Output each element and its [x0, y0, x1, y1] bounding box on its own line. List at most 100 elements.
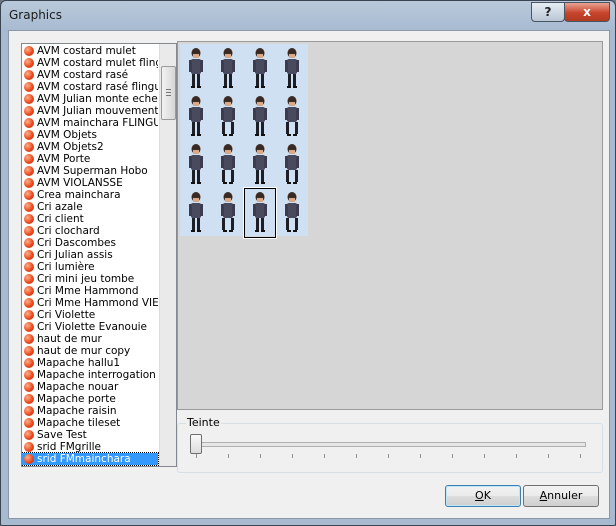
list-item[interactable]: Mapache nouar — [22, 381, 158, 393]
graphic-file-icon — [24, 394, 34, 404]
list-item[interactable]: srid FMgrille — [22, 441, 158, 453]
list-item[interactable]: Cri Mme Hammond VIEUX — [22, 297, 158, 309]
list-item-label: Crea mainchara — [37, 189, 121, 201]
window-title: Graphics — [9, 8, 62, 22]
list-item[interactable]: Cri client — [22, 213, 158, 225]
character-sprite-frame — [253, 96, 267, 136]
hue-slider-track[interactable] — [196, 442, 586, 447]
character-sprite-frame — [253, 144, 267, 184]
list-item[interactable]: AVM Objets2 — [22, 141, 158, 153]
graphic-file-icon — [24, 406, 34, 416]
list-item[interactable]: Cri Mme Hammond — [22, 285, 158, 297]
list-item[interactable]: Mapache tileset — [22, 417, 158, 429]
slider-tick — [196, 454, 197, 458]
graphic-file-icon — [24, 166, 34, 176]
slider-tick — [484, 454, 485, 458]
slider-tick — [452, 454, 453, 458]
list-item-label: Cri Violette — [37, 309, 96, 321]
list-item[interactable]: Cri Violette — [22, 309, 158, 321]
graphic-file-icon — [24, 346, 34, 356]
list-item[interactable]: Mapache porte — [22, 393, 158, 405]
list-vertical-scrollbar[interactable] — [159, 44, 176, 466]
list-item[interactable]: Cri Dascombes — [22, 237, 158, 249]
list-item-label: AVM Superman Hobo — [37, 165, 148, 177]
list-item[interactable]: Cri Violette Evanouie — [22, 321, 158, 333]
list-item[interactable]: Cri lumière — [22, 261, 158, 273]
list-item-label: Cri clochard — [37, 225, 100, 237]
graphic-file-icon — [24, 82, 34, 92]
list-item[interactable]: AVM costard mulet flingue — [22, 57, 158, 69]
list-item[interactable]: AVM Objets — [22, 129, 158, 141]
graphic-file-icon — [24, 418, 34, 428]
graphic-file-icon — [24, 370, 34, 380]
cancel-button[interactable]: Annuler — [523, 485, 599, 507]
list-item[interactable]: Cri azale — [22, 201, 158, 213]
slider-tick — [292, 454, 293, 458]
list-item-label: srid FMgrille — [37, 441, 101, 453]
list-item[interactable]: AVM VIOLANSSE — [22, 177, 158, 189]
list-item[interactable]: Cri clochard — [22, 225, 158, 237]
list-item-label: Cri Mme Hammond VIEUX — [37, 297, 158, 309]
list-item[interactable]: haut de mur — [22, 333, 158, 345]
list-item[interactable]: AVM costard mulet — [22, 45, 158, 57]
list-item[interactable]: srid FMmainchara — [22, 452, 159, 466]
scrollbar-thumb[interactable] — [161, 66, 176, 120]
list-item[interactable]: haut de mur copy — [22, 345, 158, 357]
list-item-label: AVM Objets2 — [37, 141, 104, 153]
graphic-file-icon — [24, 262, 34, 272]
character-sprite-frame — [221, 144, 235, 184]
list-item-label: AVM VIOLANSSE — [37, 177, 123, 189]
list-item-label: Cri Dascombes — [37, 237, 116, 249]
list-item[interactable]: AVM Julian monte echelle — [22, 93, 158, 105]
list-item[interactable]: AVM mainchara FLINGUE — [22, 117, 158, 129]
graphic-file-icon — [24, 190, 34, 200]
list-item[interactable]: Save Test — [22, 429, 158, 441]
graphic-file-icon — [24, 454, 34, 464]
graphics-list[interactable]: AVM costard muletAVM costard mulet fling… — [21, 43, 177, 467]
ok-button[interactable]: OK — [445, 485, 521, 507]
dialog-body: AVM costard muletAVM costard mulet fling… — [8, 30, 610, 519]
help-button[interactable]: ? — [531, 2, 565, 22]
character-sprite-frame — [253, 192, 267, 232]
list-item-label: Cri Violette Evanouie — [37, 321, 147, 333]
list-item[interactable]: Mapache raisin — [22, 405, 158, 417]
character-sprite-frame — [221, 192, 235, 232]
graphic-preview[interactable] — [177, 41, 603, 410]
graphic-file-icon — [24, 94, 34, 104]
slider-tick — [356, 454, 357, 458]
list-item[interactable]: Mapache interrogation — [22, 369, 158, 381]
graphic-file-icon — [24, 442, 34, 452]
list-item[interactable]: AVM Superman Hobo — [22, 165, 158, 177]
list-item[interactable]: Cri Julian assis — [22, 249, 158, 261]
list-item[interactable]: AVM Julian mouvement — [22, 105, 158, 117]
graphic-file-icon — [24, 154, 34, 164]
list-item[interactable]: Crea mainchara — [22, 189, 158, 201]
graphic-file-icon — [24, 106, 34, 116]
list-item[interactable]: AVM costard rasé — [22, 69, 158, 81]
graphic-file-icon — [24, 358, 34, 368]
title-bar[interactable]: Graphics ? x — [1, 1, 615, 31]
list-item[interactable]: AVM Porte — [22, 153, 158, 165]
list-item-label: Cri Julian assis — [37, 249, 113, 261]
graphic-file-icon — [24, 142, 34, 152]
character-sprite-frame — [253, 48, 267, 88]
graphic-file-icon — [24, 226, 34, 236]
list-item-label: Mapache nouar — [37, 381, 119, 393]
hue-group: Teinte — [177, 416, 603, 473]
list-item-label: srid FMmainchara — [37, 453, 131, 465]
list-item-label: haut de mur copy — [37, 345, 131, 357]
graphics-dialog: Graphics ? x AVM costard mulet AVM costar… — [0, 0, 616, 526]
list-item-label: Cri azale — [37, 201, 83, 213]
sprite-sheet[interactable] — [180, 44, 308, 239]
hue-slider-thumb[interactable] — [190, 434, 202, 454]
list-item-label: Mapache hallu1 — [37, 357, 121, 369]
list-item[interactable]: AVM costard rasé flingue — [22, 81, 158, 93]
graphic-file-icon — [24, 430, 34, 440]
slider-tick — [388, 454, 389, 458]
graphic-file-icon — [24, 322, 34, 332]
list-item[interactable]: Mapache hallu1 — [22, 357, 158, 369]
close-button[interactable]: x — [564, 2, 610, 22]
character-sprite-frame — [285, 144, 299, 184]
list-item[interactable]: Cri mini jeu tombe — [22, 273, 158, 285]
slider-tick — [548, 454, 549, 458]
